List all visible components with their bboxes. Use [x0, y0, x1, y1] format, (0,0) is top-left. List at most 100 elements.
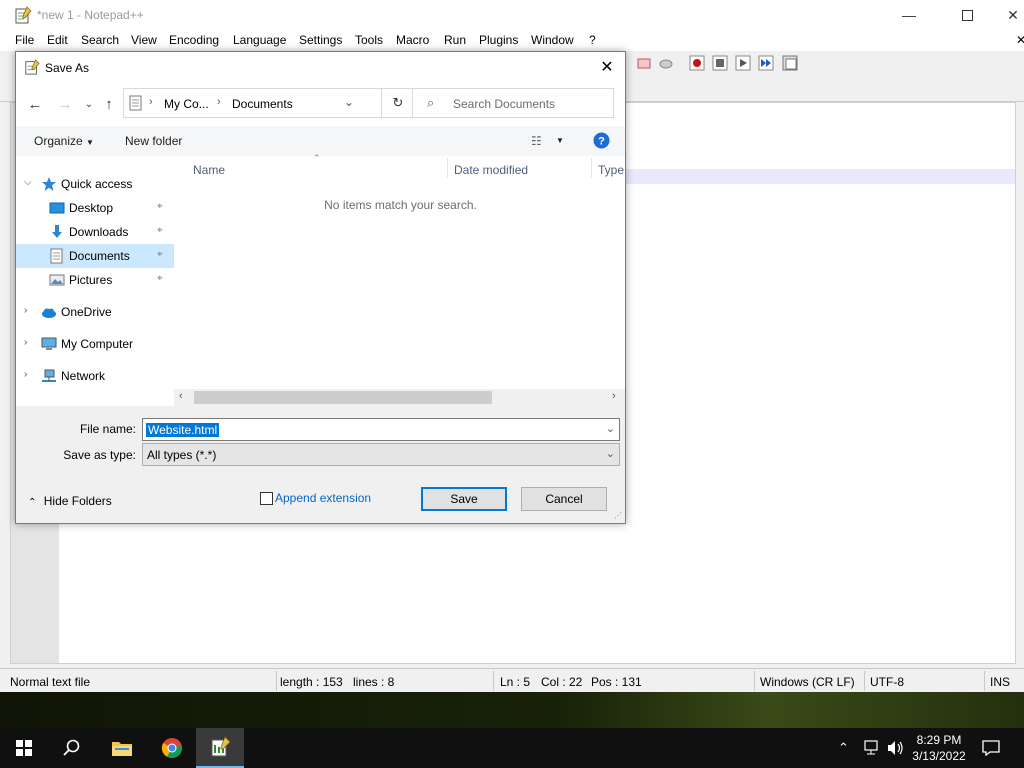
breadcrumb-separator-icon: › [217, 96, 221, 108]
tree-desktop[interactable]: Desktop ⌖ [16, 196, 174, 220]
npp-menu-bar: File Edit Search View Encoding Language … [0, 30, 1024, 51]
scroll-right-icon[interactable]: › [612, 390, 616, 402]
run-macro-multiple-icon[interactable] [758, 55, 774, 71]
tree-documents[interactable]: Documents ⌖ [16, 244, 174, 268]
collapsed-chevron-icon[interactable]: › [24, 305, 27, 316]
refresh-button[interactable]: ↻ [382, 88, 415, 118]
pin-icon: ⌖ [157, 249, 163, 260]
stop-macro-icon[interactable] [712, 55, 728, 71]
new-folder-button[interactable]: New folder [125, 134, 182, 148]
collapsed-chevron-icon[interactable]: › [24, 337, 27, 348]
network-icon [42, 369, 56, 382]
menu-close-doc-icon[interactable]: ✕ [1016, 33, 1024, 47]
menu-macro[interactable]: Macro [396, 33, 429, 47]
file-name-input[interactable]: Website.html ⌄ [142, 418, 620, 441]
save-type-label: Save as type: [63, 448, 136, 462]
status-pos: Pos : 131 [591, 675, 642, 689]
close-window-button[interactable]: ✕ [990, 0, 1024, 30]
cancel-button[interactable]: Cancel [521, 487, 607, 511]
recent-locations-chevron-icon[interactable]: ⌄ [79, 94, 99, 114]
file-list-horizontal-scrollbar[interactable]: ‹ › [174, 389, 625, 406]
chevron-down-icon[interactable]: ⌄ [606, 422, 615, 435]
search-box[interactable]: ⌕ Search Documents [412, 88, 614, 118]
tree-network[interactable]: › Network [16, 364, 174, 388]
organize-button[interactable]: Organize ▼ [34, 134, 94, 148]
taskbar-search-button[interactable] [48, 728, 96, 768]
tree-pictures[interactable]: Pictures ⌖ [16, 268, 174, 292]
column-type[interactable]: Type [598, 156, 624, 180]
menu-file[interactable]: File [15, 33, 34, 47]
maximize-button[interactable] [944, 0, 990, 30]
play-macro-icon[interactable] [735, 55, 751, 71]
menu-window[interactable]: Window [531, 33, 574, 47]
column-name[interactable]: Name [193, 156, 225, 180]
show-hidden-icons-chevron-icon[interactable]: ⌃ [838, 740, 849, 756]
menu-plugins[interactable]: Plugins [479, 33, 518, 47]
menu-view[interactable]: View [131, 33, 157, 47]
tree-quick-access[interactable]: ⌵ Quick access [16, 172, 174, 196]
scrollbar-thumb[interactable] [194, 391, 492, 404]
taskbar-clock[interactable]: 8:29 PM 3/13/2022 [910, 732, 968, 764]
column-separator[interactable] [591, 158, 592, 178]
resize-grip-icon[interactable]: ⋰ [614, 511, 622, 520]
breadcrumb-my-computer[interactable]: My Co... [164, 97, 209, 111]
record-macro-icon[interactable] [689, 55, 705, 71]
breadcrumb-documents[interactable]: Documents [232, 97, 293, 111]
volume-icon[interactable] [886, 740, 904, 756]
tree-onedrive[interactable]: › OneDrive [16, 300, 174, 324]
menu-edit[interactable]: Edit [47, 33, 68, 47]
column-separator[interactable] [447, 158, 448, 178]
menu-help[interactable]: ? [589, 33, 596, 47]
menu-settings[interactable]: Settings [299, 33, 342, 47]
column-date-modified[interactable]: Date modified [454, 156, 528, 180]
cloud-icon[interactable] [658, 55, 674, 71]
menu-run[interactable]: Run [444, 33, 466, 47]
hide-folders-button[interactable]: ⌃ Hide Folders [28, 494, 112, 508]
append-extension-label[interactable]: Append extension [275, 491, 371, 505]
collapsed-chevron-icon[interactable]: › [24, 369, 27, 380]
save-button[interactable]: Save [421, 487, 507, 511]
minimize-button[interactable]: — [886, 0, 932, 30]
address-dropdown-chevron-icon[interactable]: ⌄ [344, 95, 354, 109]
forward-arrow-icon[interactable]: → [55, 94, 75, 114]
fold-icon[interactable] [636, 55, 652, 71]
menu-tools[interactable]: Tools [355, 33, 383, 47]
taskbar-file-explorer[interactable] [98, 728, 146, 768]
search-icon: ⌕ [427, 95, 435, 110]
back-arrow-icon[interactable]: ← [25, 94, 45, 114]
menu-search[interactable]: Search [81, 33, 119, 47]
pin-icon: ⌖ [157, 201, 163, 212]
chevron-down-icon[interactable]: ⌄ [606, 447, 615, 460]
status-file-type: Normal text file [10, 675, 91, 689]
file-list-pane[interactable]: ⌃ Name Date modified Type No items match… [176, 153, 625, 406]
taskbar-chrome[interactable] [148, 728, 196, 768]
scroll-left-icon[interactable]: ‹ [179, 390, 183, 402]
view-dropdown-icon[interactable]: ▼ [556, 136, 564, 145]
organize-dropdown-icon: ▼ [86, 138, 94, 147]
view-options-icon[interactable]: ☷ [531, 134, 542, 148]
save-type-select[interactable]: All types (*.*) ⌄ [142, 443, 620, 466]
start-button[interactable] [0, 728, 48, 768]
address-bar[interactable]: › My Co... › Documents ⌄ [123, 88, 382, 118]
tree-downloads[interactable]: Downloads ⌖ [16, 220, 174, 244]
sort-ascending-icon: ⌃ [313, 153, 321, 163]
notifications-icon[interactable] [982, 739, 1000, 757]
up-arrow-icon[interactable]: ↑ [99, 94, 119, 114]
organize-label: Organize [34, 134, 83, 148]
menu-encoding[interactable]: Encoding [169, 33, 219, 47]
current-line-highlight [621, 169, 1015, 184]
expanded-chevron-icon[interactable]: ⌵ [24, 177, 32, 188]
dialog-close-button[interactable]: ✕ [589, 52, 625, 82]
help-icon[interactable]: ? [593, 132, 610, 149]
document-folder-icon [129, 95, 142, 111]
editor-vertical-scrollbar[interactable] [1016, 102, 1024, 664]
network-status-icon[interactable] [862, 740, 880, 756]
download-arrow-icon [52, 225, 62, 238]
append-extension-checkbox[interactable] [260, 492, 273, 505]
tree-my-computer[interactable]: › My Computer [16, 332, 174, 356]
status-lines: lines : 8 [353, 675, 395, 689]
save-macro-icon[interactable] [782, 55, 798, 71]
menu-language[interactable]: Language [233, 33, 286, 47]
svg-text:?: ? [598, 136, 605, 148]
taskbar-notepadpp[interactable] [196, 728, 244, 768]
